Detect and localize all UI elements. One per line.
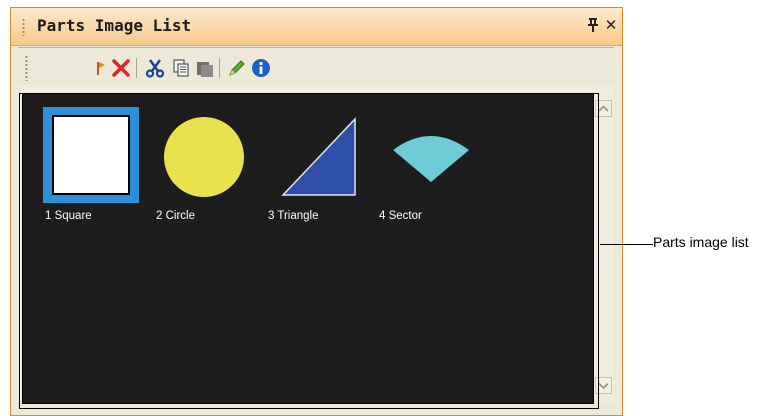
toolbar-separator xyxy=(136,58,137,78)
drag-grip-icon[interactable] xyxy=(22,18,25,36)
paste-icon xyxy=(197,62,213,77)
copy-icon xyxy=(173,59,189,77)
square-thumbnail xyxy=(52,115,130,195)
pin-button[interactable] xyxy=(584,15,602,35)
pin-icon xyxy=(588,18,598,32)
pencil-icon xyxy=(229,60,245,76)
toolbar-separator xyxy=(219,58,220,78)
copy-button[interactable] xyxy=(170,57,192,79)
callout-label: Parts image list xyxy=(653,234,749,250)
scroll-down-button[interactable] xyxy=(595,377,612,394)
cut-button[interactable] xyxy=(144,57,166,79)
info-icon xyxy=(252,59,270,77)
part-label: 2 Circle xyxy=(156,210,195,222)
chevron-down-icon xyxy=(598,382,609,390)
toolbar-grip-icon[interactable] xyxy=(25,55,28,81)
flag-icon xyxy=(97,62,105,75)
close-button[interactable]: ✕ xyxy=(602,15,620,35)
selection-highlight xyxy=(43,107,139,203)
new-part-button[interactable] xyxy=(90,57,112,79)
triangle-thumbnail xyxy=(281,117,356,196)
chevron-up-icon xyxy=(598,105,609,112)
properties-button[interactable] xyxy=(250,57,272,79)
part-label: 4 Sector xyxy=(379,210,422,222)
part-label: 1 Square xyxy=(45,210,92,222)
part-label: 3 Triangle xyxy=(268,210,319,222)
scissors-icon xyxy=(145,59,165,78)
toolbar xyxy=(18,52,614,84)
scroll-up-button[interactable] xyxy=(595,100,612,117)
parts-image-list[interactable]: 1 Square 2 Circle 3 Triangle 4 Sector xyxy=(22,93,594,404)
panel-title-bar[interactable]: Parts Image List ✕ xyxy=(11,8,622,46)
delete-x-icon xyxy=(112,59,130,77)
edit-button[interactable] xyxy=(226,57,248,79)
paste-button[interactable] xyxy=(194,57,216,79)
close-icon: ✕ xyxy=(604,16,618,34)
sector-thumbnail xyxy=(393,136,469,182)
toolbar-divider xyxy=(18,47,614,48)
circle-thumbnail xyxy=(164,117,244,197)
callout-leader-line xyxy=(600,244,653,245)
delete-button[interactable] xyxy=(110,57,132,79)
panel-title: Parts Image List xyxy=(37,16,192,35)
